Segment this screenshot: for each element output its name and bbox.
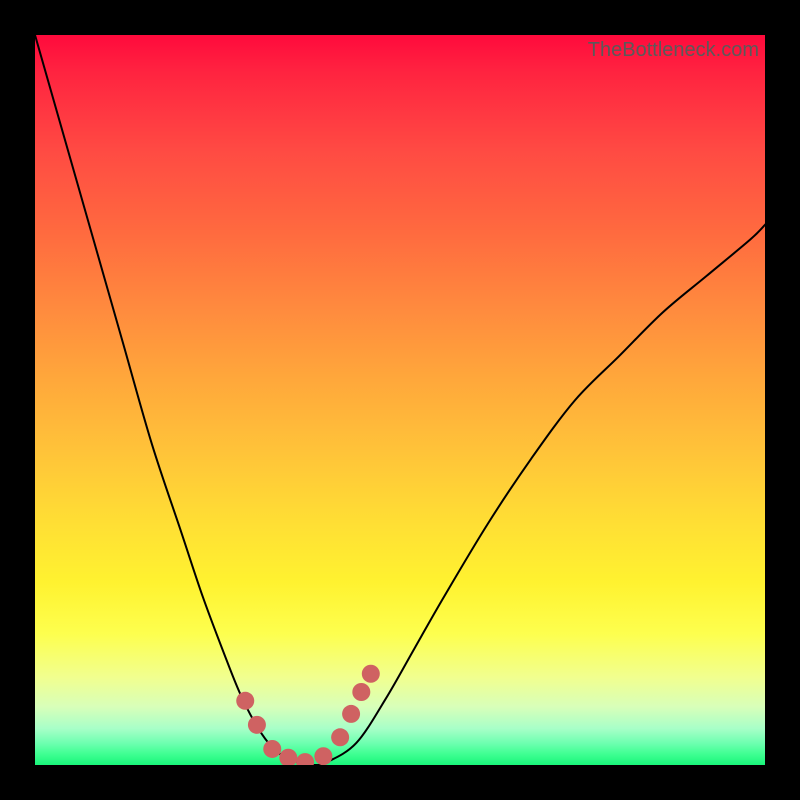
marker-dot — [314, 747, 332, 765]
marker-dot — [352, 683, 370, 701]
marker-dot — [236, 692, 254, 710]
plot-area: TheBottleneck.com — [35, 35, 765, 765]
highlight-markers — [236, 665, 380, 765]
marker-dot — [362, 665, 380, 683]
marker-dot — [263, 740, 281, 758]
marker-dot — [279, 749, 297, 765]
marker-dot — [248, 716, 266, 734]
chart-container: TheBottleneck.com — [0, 0, 800, 800]
marker-dot — [342, 705, 360, 723]
chart-overlay — [35, 35, 765, 765]
bottleneck-curve — [35, 35, 765, 765]
marker-dot — [331, 728, 349, 746]
marker-dot — [296, 753, 314, 765]
